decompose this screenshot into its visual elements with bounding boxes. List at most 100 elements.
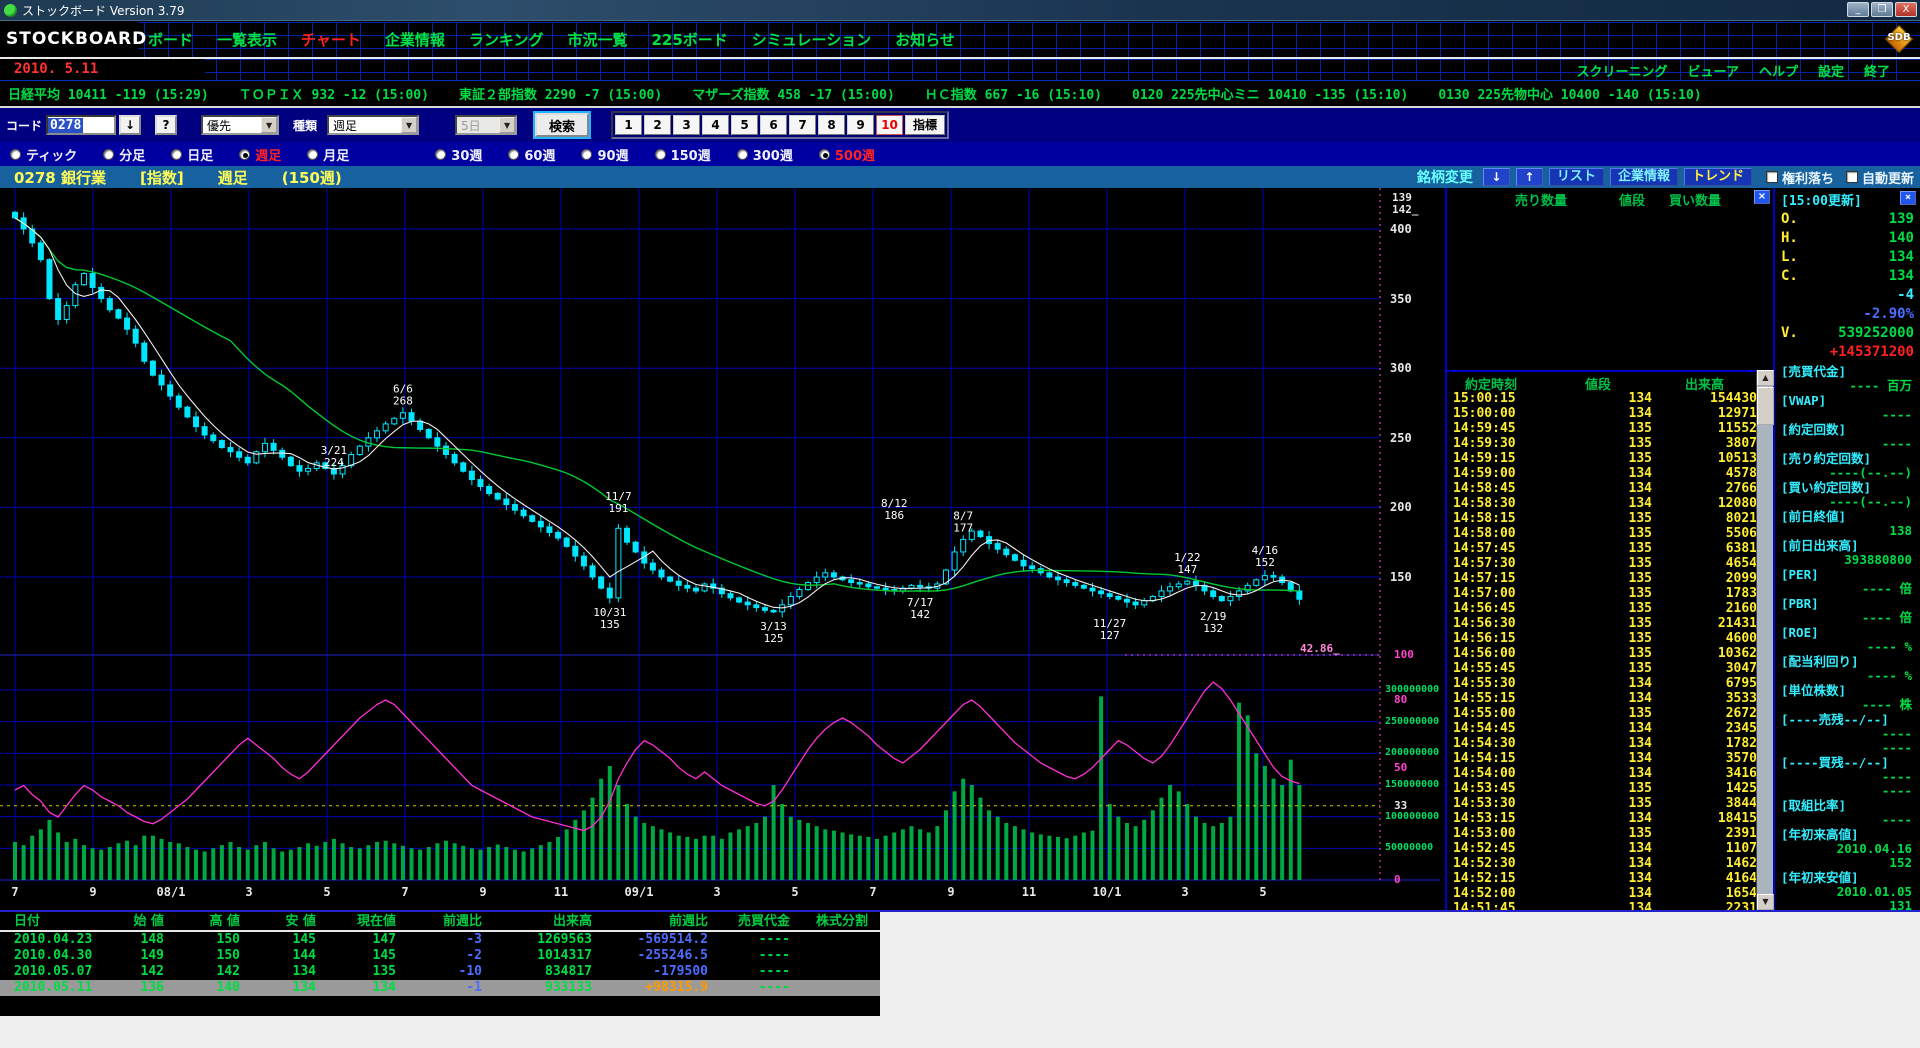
help-button[interactable]: ? — [155, 115, 177, 135]
trade-row[interactable]: 14:52:301341462 — [1447, 856, 1773, 871]
trade-row[interactable]: 14:56:451352160 — [1447, 601, 1773, 616]
chart-slot-button[interactable]: 6 — [760, 115, 787, 135]
radio-分足[interactable]: 分足 — [103, 145, 145, 164]
menu-item[interactable]: 225ボード — [651, 29, 727, 50]
chart-control-トレンド[interactable]: トレンド — [1684, 168, 1752, 186]
menu-item[interactable]: チャート — [301, 29, 361, 50]
trade-row[interactable]: 14:53:001352391 — [1447, 826, 1773, 841]
trade-row[interactable]: 14:53:301353844 — [1447, 796, 1773, 811]
scrollbar-thumb[interactable] — [1757, 387, 1774, 425]
chart-slot-button[interactable]: 7 — [789, 115, 816, 135]
radio-日足[interactable]: 日足 — [171, 145, 213, 164]
submenu-item[interactable]: 終了 — [1864, 61, 1890, 80]
trade-row[interactable]: 15:00:0013412971 — [1447, 406, 1773, 421]
trade-row[interactable]: 14:51:451342231 — [1447, 901, 1773, 910]
chart-control-リスト[interactable]: リスト — [1549, 168, 1604, 186]
trade-row[interactable]: 14:57:301354654 — [1447, 556, 1773, 571]
chart-slot-button[interactable]: 4 — [702, 115, 729, 135]
chart-area[interactable]: 7908/135791109/135791110/1356/62683/2122… — [0, 188, 1445, 910]
trade-row[interactable]: 14:59:301353807 — [1447, 436, 1773, 451]
orderbook-close-icon[interactable]: × — [1754, 190, 1770, 204]
trade-row[interactable]: 14:58:451342766 — [1447, 481, 1773, 496]
submenu-item[interactable]: スクリーニング — [1576, 61, 1667, 80]
radio-60週[interactable]: 60週 — [508, 145, 555, 164]
trades-scrollbar[interactable]: ▲ ▼ — [1756, 370, 1773, 910]
trade-row[interactable]: 15:00:15134154430 — [1447, 391, 1773, 406]
trade-row[interactable]: 14:56:3013521431 — [1447, 616, 1773, 631]
trade-row[interactable]: 14:58:151358021 — [1447, 511, 1773, 526]
code-input[interactable]: 0278 — [46, 115, 116, 135]
chart-canvas[interactable]: 7908/135791109/135791110/1356/62683/2122… — [0, 188, 1445, 910]
radio-150週[interactable]: 150週 — [655, 145, 711, 164]
trade-row[interactable]: 14:54:301341782 — [1447, 736, 1773, 751]
table-row[interactable]: 2010.05.11136140134134-1933133+98315.9--… — [0, 980, 880, 996]
trade-row[interactable]: 14:53:1513418415 — [1447, 811, 1773, 826]
code-down-button[interactable]: ↓ — [119, 115, 141, 135]
trade-row[interactable]: 14:57:451356381 — [1447, 541, 1773, 556]
symbol-down-button[interactable]: ↓ — [1483, 168, 1510, 186]
chart-slot-button[interactable]: 1 — [615, 115, 642, 135]
radio-週足[interactable]: 週足 — [239, 145, 281, 164]
trade-row[interactable]: 14:56:151354600 — [1447, 631, 1773, 646]
submenu-item[interactable]: ビューア — [1687, 61, 1738, 80]
combo-arrow-icon: ▼ — [261, 117, 277, 133]
submenu-item[interactable]: 設定 — [1818, 61, 1844, 80]
chart-slot-button[interactable]: 5 — [731, 115, 758, 135]
symbol-up-button[interactable]: ↑ — [1516, 168, 1543, 186]
priority-combo[interactable]: 優先▼ — [201, 115, 279, 135]
table-row[interactable]: 2010.05.07142142134135-10834817-179500--… — [0, 964, 880, 980]
chart-slot-button[interactable]: 3 — [673, 115, 700, 135]
menu-item[interactable]: 企業情報 — [385, 29, 445, 50]
trade-row[interactable]: 14:59:1513510513 — [1447, 451, 1773, 466]
indicator-button[interactable]: 指標 — [905, 115, 945, 135]
table-row[interactable]: 2010.04.30149150144145-21014317-255246.5… — [0, 948, 880, 964]
checkbox-自動更新[interactable]: 自動更新 — [1846, 168, 1914, 187]
radio-30週[interactable]: 30週 — [435, 145, 482, 164]
chart-slot-button[interactable]: 2 — [644, 115, 671, 135]
trade-row[interactable]: 14:57:001351783 — [1447, 586, 1773, 601]
trade-row[interactable]: 14:55:301346795 — [1447, 676, 1773, 691]
radio-90週[interactable]: 90週 — [581, 145, 628, 164]
trade-row[interactable]: 14:55:151343533 — [1447, 691, 1773, 706]
trade-row[interactable]: 14:57:151352099 — [1447, 571, 1773, 586]
chart-control-企業情報[interactable]: 企業情報 — [1610, 168, 1678, 186]
trade-row[interactable]: 14:59:4513511552 — [1447, 421, 1773, 436]
chart-slot-button[interactable]: 9 — [847, 115, 874, 135]
checkbox-権利落ち[interactable]: 権利落ち — [1766, 168, 1834, 187]
trade-row[interactable]: 14:54:451342345 — [1447, 721, 1773, 736]
menu-item[interactable]: ランキング — [469, 29, 544, 50]
period-combo[interactable]: 週足▼ — [327, 115, 419, 135]
chart-slot-button[interactable]: 10 — [876, 115, 903, 135]
scroll-up-icon[interactable]: ▲ — [1757, 370, 1774, 386]
menu-item[interactable]: 市況一覧 — [567, 29, 627, 50]
close-button[interactable]: X — [1895, 2, 1917, 17]
chart-slot-button[interactable]: 8 — [818, 115, 845, 135]
radio-500週[interactable]: 500週 — [819, 145, 875, 164]
menu-item[interactable]: お知らせ — [895, 29, 955, 50]
trade-row[interactable]: 14:56:0013510362 — [1447, 646, 1773, 661]
trade-row[interactable]: 14:52:151344164 — [1447, 871, 1773, 886]
trade-row[interactable]: 14:52:001341654 — [1447, 886, 1773, 901]
trade-row[interactable]: 14:59:001344578 — [1447, 466, 1773, 481]
radio-月足[interactable]: 月足 — [307, 145, 349, 164]
info-close-icon[interactable]: × — [1900, 191, 1916, 205]
radio-ティック[interactable]: ティック — [10, 145, 77, 164]
trade-row[interactable]: 14:54:001343416 — [1447, 766, 1773, 781]
trade-row[interactable]: 14:55:001352672 — [1447, 706, 1773, 721]
radio-300週[interactable]: 300週 — [737, 145, 793, 164]
restore-button[interactable]: ❐ — [1871, 2, 1893, 17]
trade-row[interactable]: 14:55:451353047 — [1447, 661, 1773, 676]
minimize-button[interactable]: _ — [1847, 2, 1869, 17]
submenu-item[interactable]: ヘルプ — [1759, 61, 1798, 80]
menu-item[interactable]: ボード — [148, 29, 193, 50]
table-row[interactable]: 2010.04.23148150145147-31269563-569514.2… — [0, 932, 880, 948]
trade-row[interactable]: 14:53:451351425 — [1447, 781, 1773, 796]
menu-item[interactable]: シミュレーション — [752, 29, 871, 50]
search-button[interactable]: 検索 — [535, 113, 589, 137]
trade-row[interactable]: 14:58:3013412080 — [1447, 496, 1773, 511]
scroll-down-icon[interactable]: ▼ — [1757, 894, 1774, 910]
menu-item[interactable]: 一覧表示 — [217, 29, 277, 50]
trade-row[interactable]: 14:54:151343570 — [1447, 751, 1773, 766]
trade-row[interactable]: 14:58:001355506 — [1447, 526, 1773, 541]
trade-row[interactable]: 14:52:451341107 — [1447, 841, 1773, 856]
